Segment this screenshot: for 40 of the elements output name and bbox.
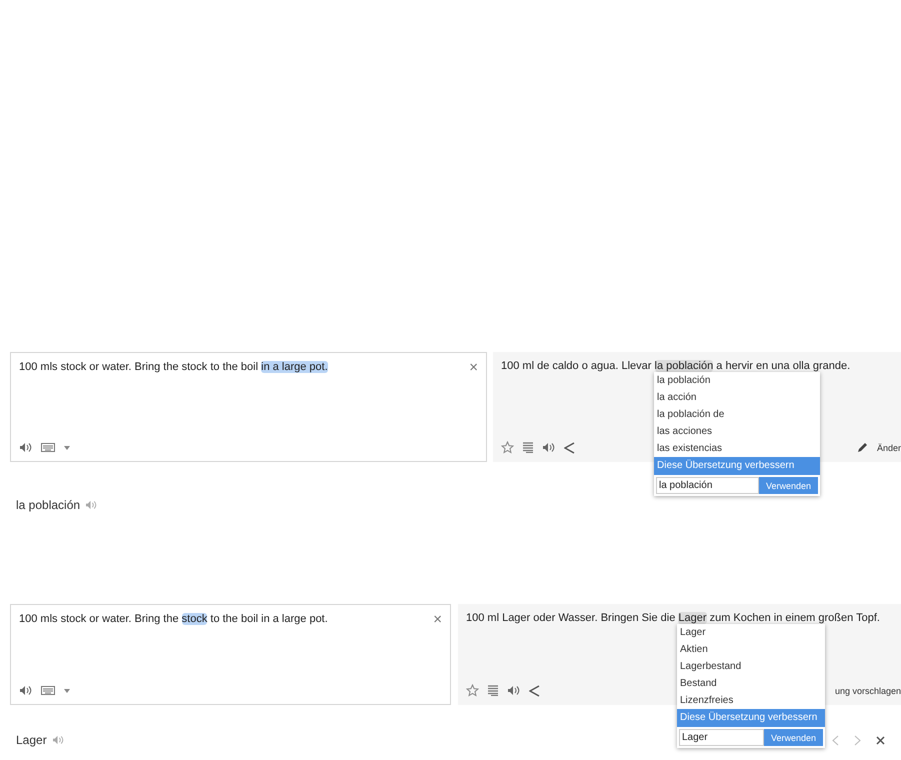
source-text: 100 mls stock or water. Bring the stock to the boil in a large pot. (19, 613, 328, 625)
alternative-option[interactable]: la población (654, 372, 820, 389)
caret-icon[interactable] (64, 688, 70, 692)
translation-input[interactable]: la población (656, 477, 759, 494)
share-icon[interactable] (529, 684, 540, 696)
pencil-icon[interactable] (856, 442, 868, 453)
source-text: 100 mls stock or water. Bring the stock to the boil in a large pot. (19, 361, 328, 373)
translation-text: 100 ml Lager oder Wasser. Bringen Sie die Lager zum Kochen in einem großen Topf. (466, 612, 880, 624)
speaker-icon[interactable] (19, 442, 32, 453)
alternative-option[interactable]: las existencias (654, 440, 820, 457)
close-icon[interactable] (876, 736, 885, 744)
alternative-option[interactable]: Bestand (677, 675, 825, 692)
keyboard-icon[interactable] (41, 443, 55, 452)
alternative-option[interactable]: las acciones (654, 423, 820, 440)
speaker-icon[interactable] (542, 442, 555, 453)
alternative-option[interactable]: Aktien (677, 641, 825, 658)
speaker-icon[interactable] (19, 685, 32, 696)
alternative-option[interactable]: la población de (654, 406, 820, 423)
clear-button[interactable]: × (465, 361, 478, 375)
translation-text: 100 ml de caldo o agua. Llevar la población a hervir en una olla grande. (501, 360, 850, 372)
alternative-option[interactable]: Lager (677, 624, 825, 641)
speaker-icon[interactable] (507, 685, 520, 696)
list-icon[interactable] (523, 442, 533, 453)
word-text: la población (16, 498, 80, 512)
word-text: Lager (16, 733, 47, 747)
share-icon[interactable] (564, 442, 575, 454)
caret-icon[interactable] (64, 446, 70, 450)
alternative-option[interactable]: Lagerbestand (677, 658, 825, 675)
keyboard-icon[interactable] (41, 686, 55, 695)
suggest-edit-link[interactable]: Änder (876, 442, 901, 452)
alternative-option[interactable]: Lizenzfreies (677, 692, 825, 709)
source-text-field[interactable]: 100 mls stock or water. Bring the stock to the boil in a large pot. × (10, 352, 487, 462)
star-icon[interactable] (466, 684, 479, 697)
suggest-edit-link[interactable]: ung vorschlagen (834, 686, 901, 696)
clear-button[interactable]: × (429, 613, 442, 627)
translation-input[interactable]: Lager (679, 729, 764, 746)
source-text-field[interactable]: 100 mls stock or water. Bring the stock to the boil in a large pot. × (10, 604, 451, 705)
alternative-option[interactable]: la acción (654, 389, 820, 406)
list-icon[interactable] (488, 685, 498, 696)
star-icon[interactable] (501, 441, 514, 454)
